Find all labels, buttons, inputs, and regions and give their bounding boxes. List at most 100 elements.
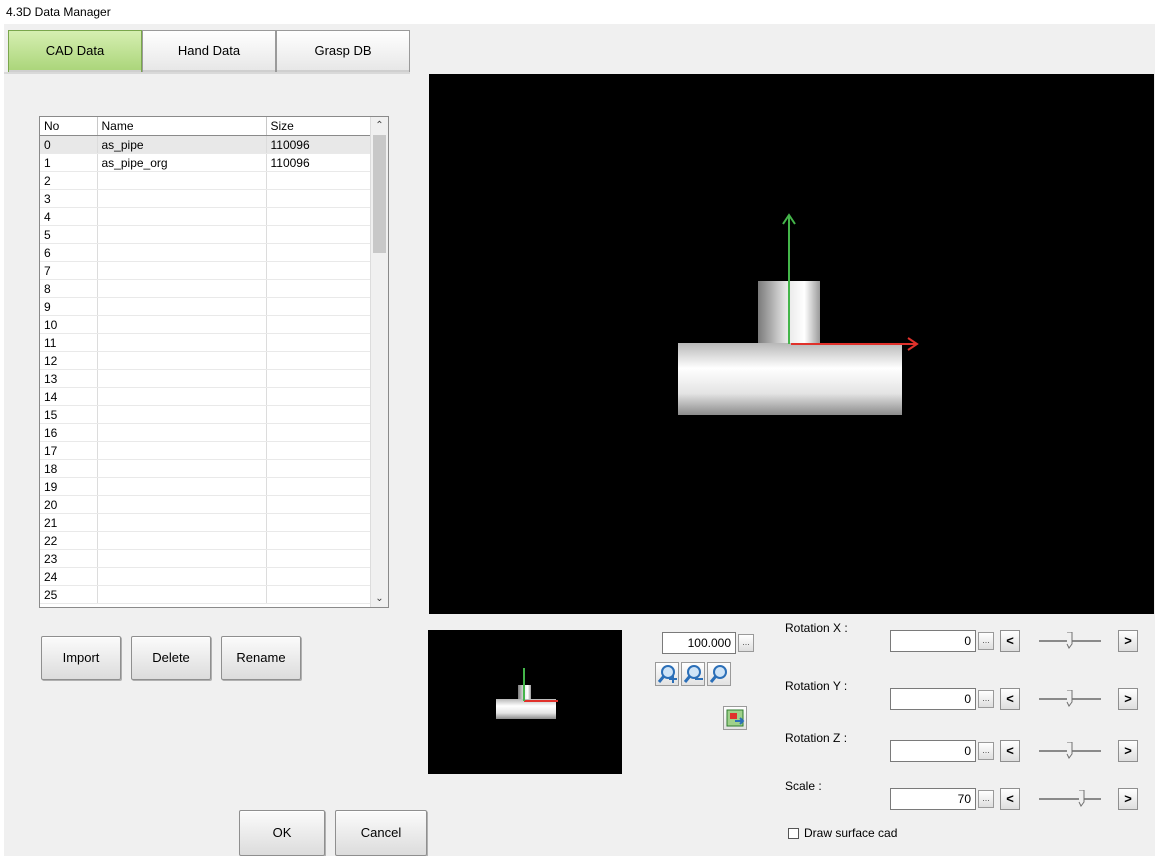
cell-name <box>97 351 267 370</box>
cell-name <box>97 459 267 478</box>
table-row[interactable]: 10 <box>40 315 372 334</box>
list-scrollbar[interactable]: ⌃ ⌄ <box>370 117 388 607</box>
rotation-x-decrease-button[interactable]: < <box>1000 630 1020 652</box>
table-row[interactable]: 12 <box>40 351 372 370</box>
table-row[interactable]: 4 <box>40 207 372 226</box>
slider-track <box>1039 798 1101 800</box>
table-body: 0 as_pipe 110096 1 as_pipe_org 110096 2 3 4 5 6 7 8 9… <box>40 135 372 604</box>
cell-size <box>266 315 372 334</box>
cell-no: 22 <box>40 531 98 550</box>
table-row[interactable]: 19 <box>40 477 372 496</box>
table-row[interactable]: 14 <box>40 387 372 406</box>
cell-size <box>266 585 372 604</box>
cell-size <box>266 495 372 514</box>
scroll-down-icon[interactable]: ⌄ <box>371 590 388 607</box>
zoom-in-icon[interactable] <box>655 662 679 686</box>
cell-name <box>97 297 267 316</box>
rotation-x-value-field[interactable]: 0 <box>890 630 976 652</box>
cell-no: 16 <box>40 423 98 442</box>
table-row[interactable]: 25 <box>40 585 372 604</box>
table-row[interactable]: 16 <box>40 423 372 442</box>
column-header-name[interactable]: Name <box>97 117 267 136</box>
table-row[interactable]: 17 <box>40 441 372 460</box>
slider-thumb[interactable] <box>1066 689 1074 707</box>
cell-no: 17 <box>40 441 98 460</box>
cell-size <box>266 513 372 532</box>
scale-value-field[interactable]: 70 <box>890 788 976 810</box>
cell-name <box>97 423 267 442</box>
column-header-size[interactable]: Size <box>266 117 372 136</box>
rotation-x-value-button[interactable]: ... <box>978 632 994 650</box>
table-row[interactable]: 2 <box>40 171 372 190</box>
cell-name <box>97 225 267 244</box>
rotation-z-slider[interactable] <box>1039 740 1101 762</box>
tab-grasp-db[interactable]: Grasp DB <box>276 30 410 72</box>
rotation-x-increase-button[interactable]: > <box>1118 630 1138 652</box>
rotation-z-increase-button[interactable]: > <box>1118 740 1138 762</box>
delete-button[interactable]: Delete <box>131 636 211 680</box>
tab-cad-data[interactable]: CAD Data <box>8 30 142 72</box>
scale-value-button[interactable]: ... <box>978 790 994 808</box>
cell-name: as_pipe_org <box>97 153 267 172</box>
zoom-out-icon[interactable] <box>681 662 705 686</box>
slider-thumb[interactable] <box>1066 631 1074 649</box>
cell-size: 110096 <box>266 153 372 172</box>
table-row[interactable]: 18 <box>40 459 372 478</box>
table-row[interactable]: 24 <box>40 567 372 586</box>
rotation-y-decrease-button[interactable]: < <box>1000 688 1020 710</box>
table-row[interactable]: 23 <box>40 549 372 568</box>
main-3d-viewport[interactable] <box>429 74 1154 614</box>
table-row[interactable]: 22 <box>40 531 372 550</box>
zoom-value-button[interactable]: ... <box>738 634 754 652</box>
draw-surface-checkbox[interactable] <box>788 828 799 839</box>
rotation-z-value-button[interactable]: ... <box>978 742 994 760</box>
rename-button[interactable]: Rename <box>221 636 301 680</box>
cell-name <box>97 333 267 352</box>
cell-size <box>266 549 372 568</box>
tab-hand-data[interactable]: Hand Data <box>142 30 276 72</box>
tab-strip-divider <box>4 72 410 74</box>
table-row[interactable]: 5 <box>40 225 372 244</box>
cad-data-list[interactable]: No Name Size 0 as_pipe 110096 1 as_pipe_org 1… <box>39 116 389 608</box>
column-header-no[interactable]: No <box>40 117 98 136</box>
table-row[interactable]: 0 as_pipe 110096 <box>40 135 372 154</box>
scroll-up-icon[interactable]: ⌃ <box>371 117 388 134</box>
rotation-y-value-field[interactable]: 0 <box>890 688 976 710</box>
rotation-y-value-button[interactable]: ... <box>978 690 994 708</box>
table-row[interactable]: 9 <box>40 297 372 316</box>
rotation-y-increase-button[interactable]: > <box>1118 688 1138 710</box>
zoom-fit-icon[interactable] <box>707 662 731 686</box>
fit-view-icon[interactable] <box>723 706 747 730</box>
cell-name <box>97 531 267 550</box>
zoom-value-field[interactable]: 100.000 <box>662 632 736 654</box>
rotation-z-value-field[interactable]: 0 <box>890 740 976 762</box>
rotation-y-slider[interactable] <box>1039 688 1101 710</box>
rotation-x-slider[interactable] <box>1039 630 1101 652</box>
cancel-button[interactable]: Cancel <box>335 810 427 856</box>
ok-button[interactable]: OK <box>239 810 325 856</box>
slider-thumb[interactable] <box>1066 741 1074 759</box>
thumbnail-viewport[interactable] <box>428 630 622 774</box>
cell-no: 13 <box>40 369 98 388</box>
cell-size <box>266 243 372 262</box>
scroll-thumb[interactable] <box>373 135 386 253</box>
cell-size <box>266 189 372 208</box>
import-button[interactable]: Import <box>41 636 121 680</box>
table-row[interactable]: 1 as_pipe_org 110096 <box>40 153 372 172</box>
slider-thumb[interactable] <box>1078 789 1086 807</box>
cell-name <box>97 279 267 298</box>
table-row[interactable]: 6 <box>40 243 372 262</box>
rotation-z-decrease-button[interactable]: < <box>1000 740 1020 762</box>
table-row[interactable]: 11 <box>40 333 372 352</box>
table-row[interactable]: 7 <box>40 261 372 280</box>
cell-size <box>266 171 372 190</box>
table-row[interactable]: 3 <box>40 189 372 208</box>
table-row[interactable]: 21 <box>40 513 372 532</box>
table-row[interactable]: 20 <box>40 495 372 514</box>
table-row[interactable]: 15 <box>40 405 372 424</box>
scale-decrease-button[interactable]: < <box>1000 788 1020 810</box>
table-row[interactable]: 13 <box>40 369 372 388</box>
table-row[interactable]: 8 <box>40 279 372 298</box>
scale-increase-button[interactable]: > <box>1118 788 1138 810</box>
scale-slider[interactable] <box>1039 788 1101 810</box>
